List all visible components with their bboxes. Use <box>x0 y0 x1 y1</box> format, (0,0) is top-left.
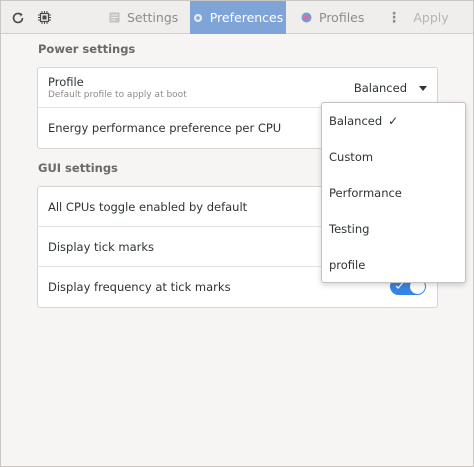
cpu-icon <box>37 11 51 24</box>
epp-label: Energy performance preference per CPU <box>48 121 282 135</box>
settings-icon <box>109 12 120 23</box>
tab-preferences-label: Preferences <box>209 10 284 25</box>
tab-settings-label: Settings <box>127 10 179 25</box>
all-cpus-toggle-label: All CPUs toggle enabled by default <box>48 199 248 214</box>
power-settings-title: Power settings <box>38 42 136 56</box>
menu-item-label: Custom <box>329 150 374 164</box>
menu-button[interactable]: ⋮ <box>384 1 404 34</box>
menu-item-performance[interactable]: Performance <box>322 175 465 211</box>
kebab-menu-icon: ⋮ <box>387 9 401 26</box>
menu-item-testing[interactable]: Testing <box>322 211 465 247</box>
profile-popover-menu: Balanced ✓ Custom Performance Testing pr… <box>321 102 466 283</box>
menu-item-label: profile <box>329 258 366 272</box>
profiles-icon <box>301 12 312 23</box>
tab-profiles-label: Profiles <box>319 10 365 25</box>
menu-item-custom[interactable]: Custom <box>322 139 465 175</box>
menu-item-label: Balanced <box>329 114 383 128</box>
header-bar: Settings Preferences Profiles ⋮ Apply <box>1 1 473 34</box>
tab-profiles[interactable]: Profiles <box>301 1 371 34</box>
menu-item-label: Performance <box>329 186 402 200</box>
apply-label: Apply <box>413 10 449 25</box>
apply-button[interactable]: Apply <box>411 1 451 34</box>
menu-item-label: Testing <box>329 222 370 236</box>
preferences-icon <box>193 13 203 23</box>
caret-down-icon <box>419 85 427 91</box>
tab-preferences[interactable]: Preferences <box>190 1 286 34</box>
menu-item-balanced[interactable]: Balanced ✓ <box>322 103 465 139</box>
tab-settings[interactable]: Settings <box>109 1 189 34</box>
profile-dropdown-value: Balanced <box>353 81 407 95</box>
menu-item-profile[interactable]: profile <box>322 247 465 283</box>
gui-settings-title: GUI settings <box>38 161 118 175</box>
refresh-button[interactable] <box>5 1 31 34</box>
check-icon: ✓ <box>388 114 399 128</box>
profile-subtitle: Default profile to apply at boot <box>48 90 187 100</box>
refresh-icon <box>11 11 25 25</box>
display-frequency-label: Display frequency at tick marks <box>48 280 231 294</box>
cpu-button[interactable] <box>31 1 57 34</box>
display-tick-marks-label: Display tick marks <box>48 239 155 254</box>
profile-title: Profile <box>48 75 84 89</box>
